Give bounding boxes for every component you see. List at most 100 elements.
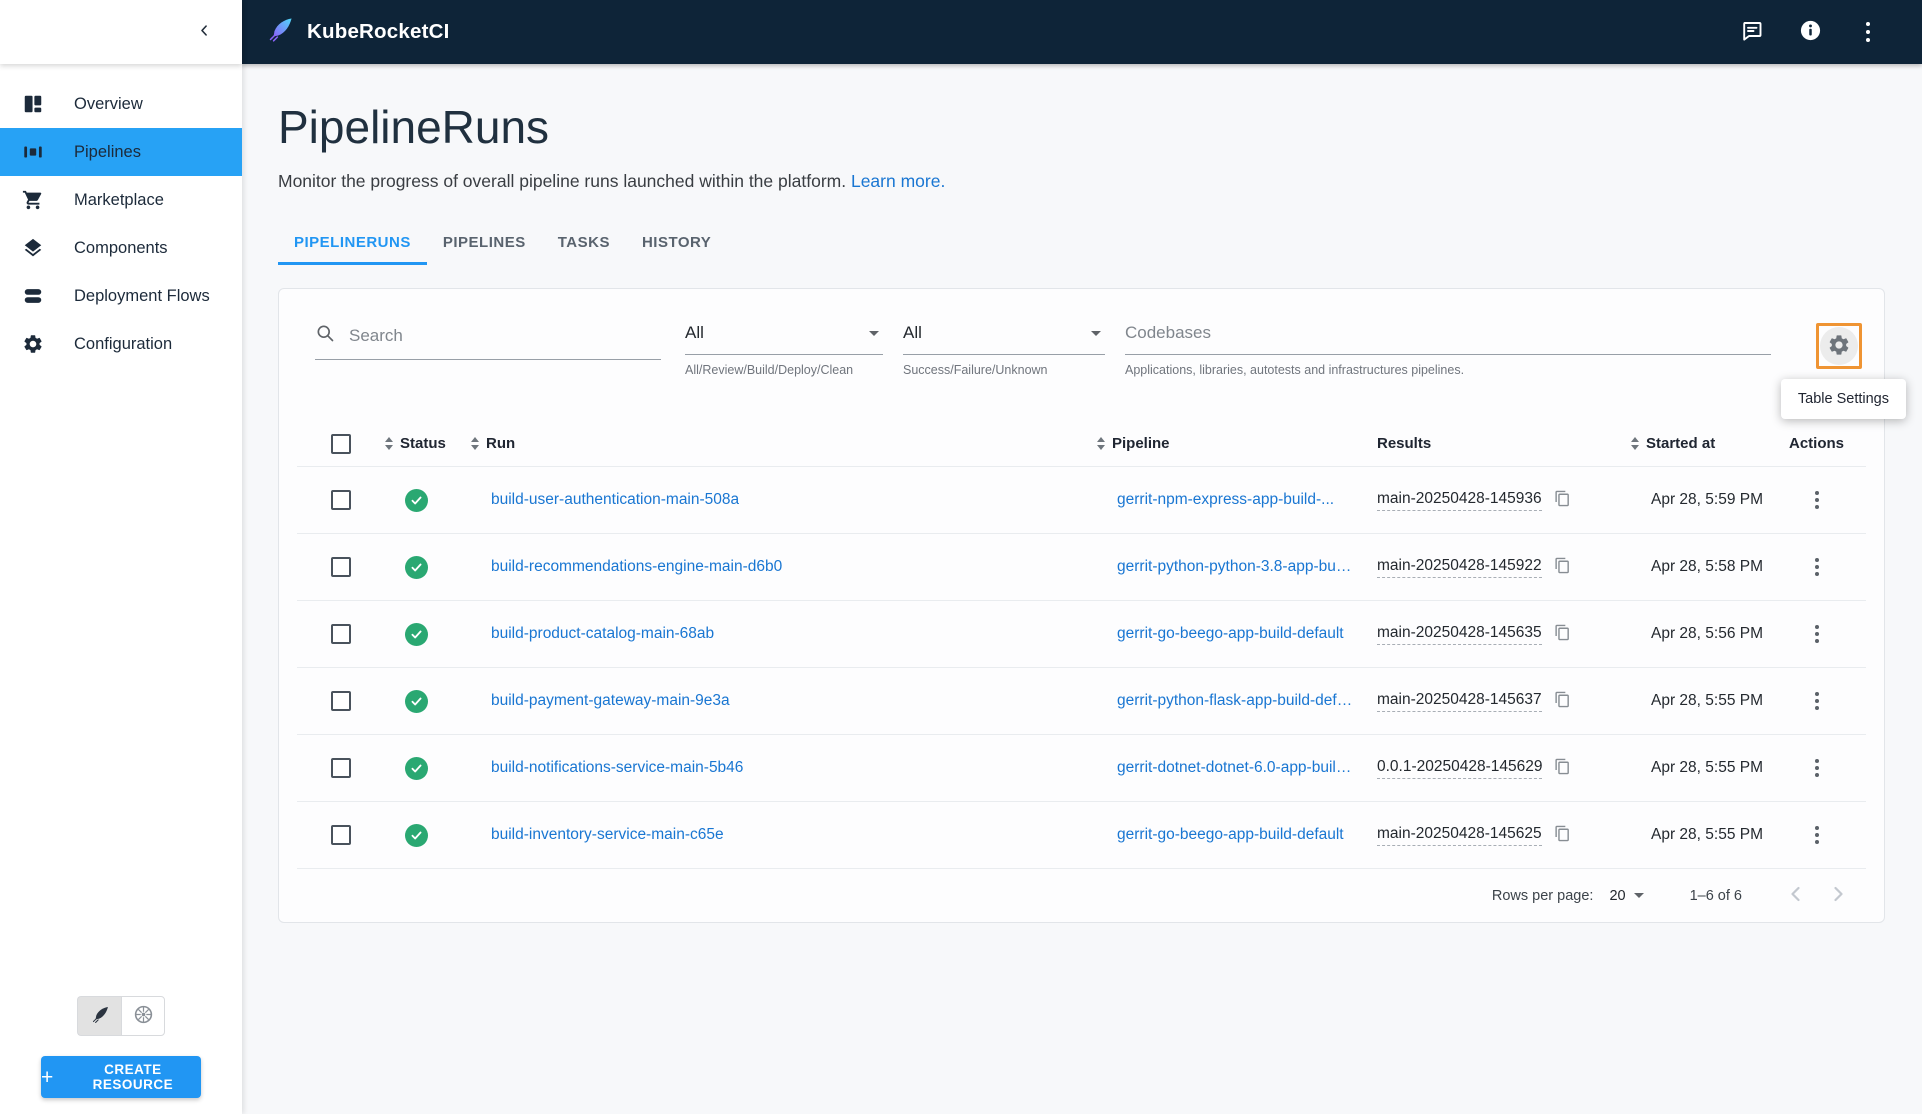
pipeline-link[interactable]: gerrit-python-flask-app-build-default [1117,692,1353,710]
copy-button[interactable] [1554,490,1571,510]
chevron-left-icon [1784,882,1808,909]
row-actions-button[interactable] [1809,686,1825,716]
create-resource-label: CREATE RESOURCE [92,1062,174,1092]
sidebar-item-overview[interactable]: Overview [0,80,242,128]
copy-icon [1554,557,1571,577]
pipeline-type-select[interactable]: All All/Review/Build/Deploy/Clean [685,323,883,377]
sidebar-item-label: Deployment Flows [74,286,210,305]
row-actions-button[interactable] [1809,485,1825,515]
pipeline-link[interactable]: gerrit-dotnet-dotnet-6.0-app-build-... [1117,759,1353,777]
row-checkbox[interactable] [331,825,351,845]
app-root: Overview Pipelines Marketplace Component… [0,0,1922,1114]
result-value[interactable]: main-20250428-145625 [1377,825,1542,846]
tab-tasks[interactable]: TASKS [542,220,626,265]
select-all-checkbox[interactable] [331,433,351,454]
result-value[interactable]: main-20250428-145637 [1377,691,1542,712]
pagination: Rows per page: 20 1–6 of 6 [279,869,1884,922]
codebases-field[interactable]: Codebases Applications, libraries, autot… [1125,323,1771,377]
row-checkbox[interactable] [331,624,351,644]
row-actions-button[interactable] [1809,619,1825,649]
run-link[interactable]: build-product-catalog-main-68ab [491,625,714,643]
copy-button[interactable] [1554,557,1571,577]
run-link[interactable]: build-notifications-service-main-5b46 [491,759,743,777]
sidebar-item-marketplace[interactable]: Marketplace [0,176,242,224]
copy-button[interactable] [1554,758,1571,778]
run-link[interactable]: build-payment-gateway-main-9e3a [491,692,730,710]
run-link[interactable]: build-user-authentication-main-508a [491,491,739,509]
started-at-value: Apr 28, 5:55 PM [1651,759,1764,776]
sidebar-item-configuration[interactable]: Configuration [0,320,242,368]
brand: KubeRocketCI [264,14,450,51]
column-header-pipeline[interactable]: Pipeline [1093,435,1353,452]
kuberocketci-view-button[interactable] [77,996,121,1036]
row-checkbox[interactable] [331,490,351,510]
sidebar-nav: Overview Pipelines Marketplace Component… [0,80,242,368]
column-header-started-at[interactable]: Started at [1627,435,1767,452]
status-select[interactable]: All Success/Failure/Unknown [903,323,1105,377]
kubernetes-view-button[interactable] [121,996,165,1036]
search-field[interactable]: Search [315,323,661,360]
info-button[interactable] [1796,18,1824,46]
pipeline-link[interactable]: gerrit-go-beego-app-build-default [1117,826,1344,844]
tab-pipelineruns[interactable]: PIPELINERUNS [278,220,427,265]
search-icon [315,323,335,348]
page-title: PipelineRuns [278,101,550,153]
result-value[interactable]: 0.0.1-20250428-145629 [1377,758,1543,779]
next-page-button[interactable] [1826,882,1850,909]
topbar-menu-button[interactable] [1854,18,1882,46]
page-content: PipelineRuns Monitor the progress of ove… [242,64,1922,1114]
pipeline-link[interactable]: gerrit-go-beego-app-build-default [1117,625,1344,643]
table-row: build-recommendations-engine-main-d6b0 g… [297,534,1866,601]
row-checkbox[interactable] [331,691,351,711]
started-at-value: Apr 28, 5:59 PM [1651,491,1764,508]
rows-per-page-select[interactable]: 20 [1609,888,1647,904]
filter-bar: Search All All/Review/Build/Deploy/Clean… [279,289,1906,419]
tab-history[interactable]: HISTORY [626,220,727,265]
kubernetes-icon [133,1004,154,1028]
result-value[interactable]: main-20250428-145922 [1377,557,1542,578]
feedback-chat-button[interactable] [1738,18,1766,46]
sidebar-item-label: Pipelines [74,142,141,161]
copy-icon [1554,490,1571,510]
column-header-results: Results [1377,435,1432,452]
row-actions-button[interactable] [1809,552,1825,582]
row-actions-button[interactable] [1809,753,1825,783]
pipeline-type-value: All [685,323,704,342]
status-success-icon [405,689,428,713]
learn-more-link[interactable]: Learn more. [851,171,945,191]
copy-button[interactable] [1554,691,1571,711]
table-row: build-inventory-service-main-c65e gerrit… [297,802,1866,869]
run-link[interactable]: build-inventory-service-main-c65e [491,826,724,844]
copy-button[interactable] [1554,624,1571,644]
run-link[interactable]: build-recommendations-engine-main-d6b0 [491,558,782,576]
previous-page-button[interactable] [1784,882,1808,909]
sidebar-item-components[interactable]: Components [0,224,242,272]
status-success-icon [405,756,428,780]
pipeline-type-helper: All/Review/Build/Deploy/Clean [685,363,854,377]
row-actions-button[interactable] [1809,820,1825,850]
pipeline-link[interactable]: gerrit-python-python-3.8-app-build-... [1117,558,1353,576]
pipeline-link[interactable]: gerrit-npm-express-app-build-... [1117,491,1334,509]
tab-pipelines[interactable]: PIPELINES [427,220,542,265]
table-settings-button[interactable] [1816,323,1862,369]
result-value[interactable]: main-20250428-145635 [1377,624,1542,645]
pagination-range: 1–6 of 6 [1689,887,1742,904]
copy-button[interactable] [1554,825,1571,845]
info-icon [1799,19,1822,45]
column-header-actions: Actions [1788,435,1844,452]
sidebar-item-label: Marketplace [74,190,164,209]
column-header-run[interactable]: Run [467,435,1093,452]
column-header-status[interactable]: Status [375,435,467,452]
sidebar-item-deployment-flows[interactable]: Deployment Flows [0,272,242,320]
row-checkbox[interactable] [331,758,351,778]
create-resource-button[interactable]: + CREATE RESOURCE [41,1056,201,1098]
kebab-menu-icon [1865,21,1871,43]
sidebar-collapse-button[interactable] [197,23,212,41]
result-value[interactable]: main-20250428-145936 [1377,490,1542,511]
pipelineruns-table: Status Run Pipeline Results Started at A… [279,421,1884,922]
sort-icon [385,437,393,450]
sidebar-item-pipelines[interactable]: Pipelines [0,128,242,176]
copy-icon [1554,624,1571,644]
row-checkbox[interactable] [331,557,351,577]
table-settings-wrap: Table Settings [1780,323,1906,419]
